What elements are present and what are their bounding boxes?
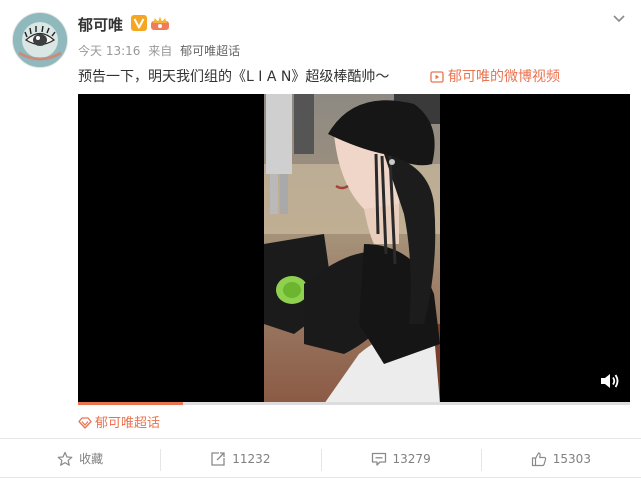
topic-link[interactable]: 郁可唯超话	[78, 412, 160, 431]
star-icon	[57, 451, 73, 466]
video-progress-fill	[78, 402, 183, 405]
crown-icon[interactable]	[150, 15, 170, 31]
video-icon	[430, 71, 444, 83]
video-link-label: 郁可唯的微博视频	[448, 69, 560, 85]
post-meta: 今天 13:16 来自 郁可唯超话	[78, 42, 240, 59]
like-button[interactable]: 15303	[480, 439, 641, 478]
post-source-link[interactable]: 郁可唯超话	[180, 44, 240, 58]
repost-count: 11232	[232, 451, 271, 466]
post-text: 预告一下，明天我们组的《L I A N》超级棒酷帅～	[78, 69, 390, 85]
comment-button[interactable]: 13279	[320, 439, 481, 478]
weibo-post-card: 郁可唯 今天 13:16 来自 郁可唯超话 预告一下，明天我们组的《L I A …	[0, 0, 641, 478]
video-player[interactable]	[78, 94, 630, 404]
diamond-icon	[78, 417, 92, 429]
comment-count: 13279	[392, 451, 431, 466]
source-prefix: 来自	[148, 44, 173, 58]
username[interactable]: 郁可唯	[78, 14, 123, 35]
video-link[interactable]: 郁可唯的微博视频	[430, 66, 560, 86]
avatar-image	[13, 13, 67, 67]
repost-icon	[211, 451, 225, 466]
post-time[interactable]: 今天 13:16	[78, 44, 140, 58]
thumbs-up-icon	[531, 451, 547, 466]
favorite-button[interactable]: 收藏	[0, 439, 160, 478]
favorite-label: 收藏	[79, 452, 104, 466]
chevron-down-icon[interactable]	[611, 10, 627, 26]
like-count: 15303	[552, 451, 591, 466]
verified-v-icon[interactable]	[131, 15, 147, 31]
video-frame	[264, 94, 440, 404]
video-still-image	[264, 94, 440, 404]
volume-icon[interactable]	[598, 370, 620, 392]
topic-label: 郁可唯超话	[95, 416, 161, 431]
avatar[interactable]	[12, 12, 68, 68]
video-progress-bar[interactable]	[78, 402, 630, 405]
comment-icon	[371, 452, 386, 466]
action-bar: 收藏 11232 13279 15303	[0, 439, 641, 478]
repost-button[interactable]: 11232	[160, 439, 320, 478]
